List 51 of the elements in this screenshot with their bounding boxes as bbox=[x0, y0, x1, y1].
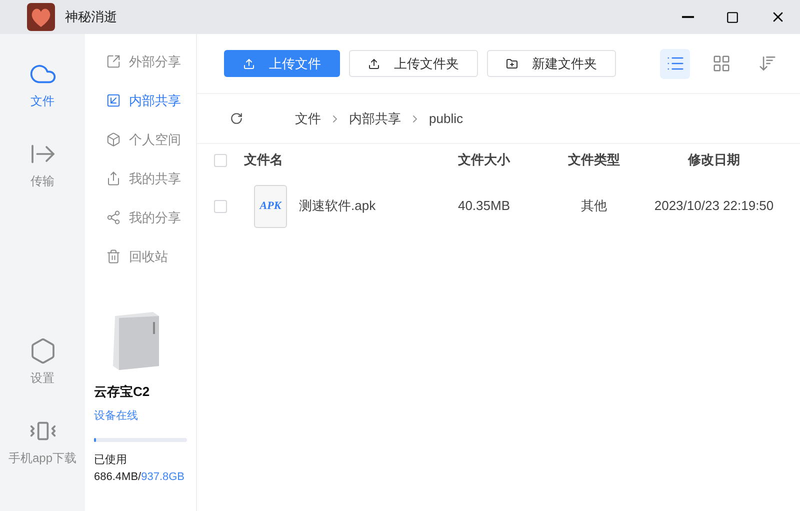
share-nodes-icon bbox=[106, 210, 121, 225]
checkbox[interactable] bbox=[214, 200, 227, 212]
upload-icon bbox=[368, 58, 380, 70]
maximize-icon bbox=[726, 10, 739, 24]
rail-item[interactable]: 传输 bbox=[0, 136, 85, 194]
column-header: 修改日期 bbox=[686, 151, 741, 170]
table-cell-text: 2023/10/23 22:19:50 bbox=[654, 197, 774, 216]
sub-nav-item[interactable]: 内部共享 bbox=[85, 81, 196, 120]
storage-used-label: 已使用 bbox=[94, 453, 128, 468]
rail-item[interactable]: 手机app下载 bbox=[0, 413, 85, 471]
rail-item[interactable]: 设置 bbox=[0, 333, 85, 391]
sub-nav-item[interactable]: 外部分享 bbox=[85, 42, 196, 81]
trash-icon bbox=[106, 249, 121, 264]
table-cell-text: 40.35MB bbox=[456, 197, 512, 216]
column-header: 文件大小 bbox=[457, 151, 512, 170]
export-icon bbox=[106, 54, 121, 69]
folder-plus-icon bbox=[506, 58, 518, 70]
hexagon-icon bbox=[28, 337, 56, 365]
new-folder-button[interactable]: 新建文件夹 bbox=[487, 50, 616, 77]
rail-item[interactable]: 文件 bbox=[0, 56, 85, 114]
minimize-icon bbox=[682, 16, 694, 18]
sub-nav-item[interactable]: 个人空间 bbox=[85, 120, 196, 159]
breadcrumb-item[interactable]: public bbox=[429, 108, 463, 128]
heart-logo-icon bbox=[27, 3, 55, 31]
upload-icon bbox=[243, 58, 255, 70]
checkbox[interactable] bbox=[214, 154, 227, 166]
refresh-button[interactable] bbox=[230, 112, 243, 125]
table-cell-text: 其他 bbox=[580, 197, 608, 216]
upload-button[interactable]: 上传文件 bbox=[224, 50, 340, 77]
storage-usage: 686.4MB/937.8GB bbox=[94, 470, 186, 484]
column-header: 文件名 bbox=[244, 151, 284, 170]
column-header: 文件类型 bbox=[567, 151, 621, 170]
view-toggle[interactable] bbox=[660, 48, 690, 78]
breadcrumb-item[interactable]: 文件 bbox=[295, 108, 321, 128]
sort-icon bbox=[758, 54, 776, 73]
upload-button[interactable]: 上传文件夹 bbox=[349, 50, 478, 77]
share-icon bbox=[106, 171, 121, 186]
file-row[interactable]: APK 测速软件.apk 40.35MB 其他 2023/10/23 22:19:50 bbox=[197, 176, 800, 236]
window-title: 神秘消逝 bbox=[65, 8, 117, 26]
sub-nav-item[interactable]: 回收站 bbox=[85, 237, 196, 276]
device-status: 设备在线 bbox=[94, 408, 139, 424]
sub-nav-item[interactable]: 我的分享 bbox=[85, 198, 196, 237]
apk-file-icon: APK bbox=[254, 184, 287, 228]
sub-nav-item[interactable]: 我的共享 bbox=[85, 159, 196, 198]
cube-icon bbox=[106, 132, 121, 147]
import-icon bbox=[106, 93, 121, 108]
breadcrumb-item[interactable]: 内部共享 bbox=[349, 108, 401, 128]
refresh-icon bbox=[230, 112, 243, 125]
file-name: 测速软件.apk bbox=[299, 197, 376, 216]
device-name: 云存宝C2 bbox=[94, 383, 151, 401]
grid-view-icon bbox=[712, 54, 730, 73]
